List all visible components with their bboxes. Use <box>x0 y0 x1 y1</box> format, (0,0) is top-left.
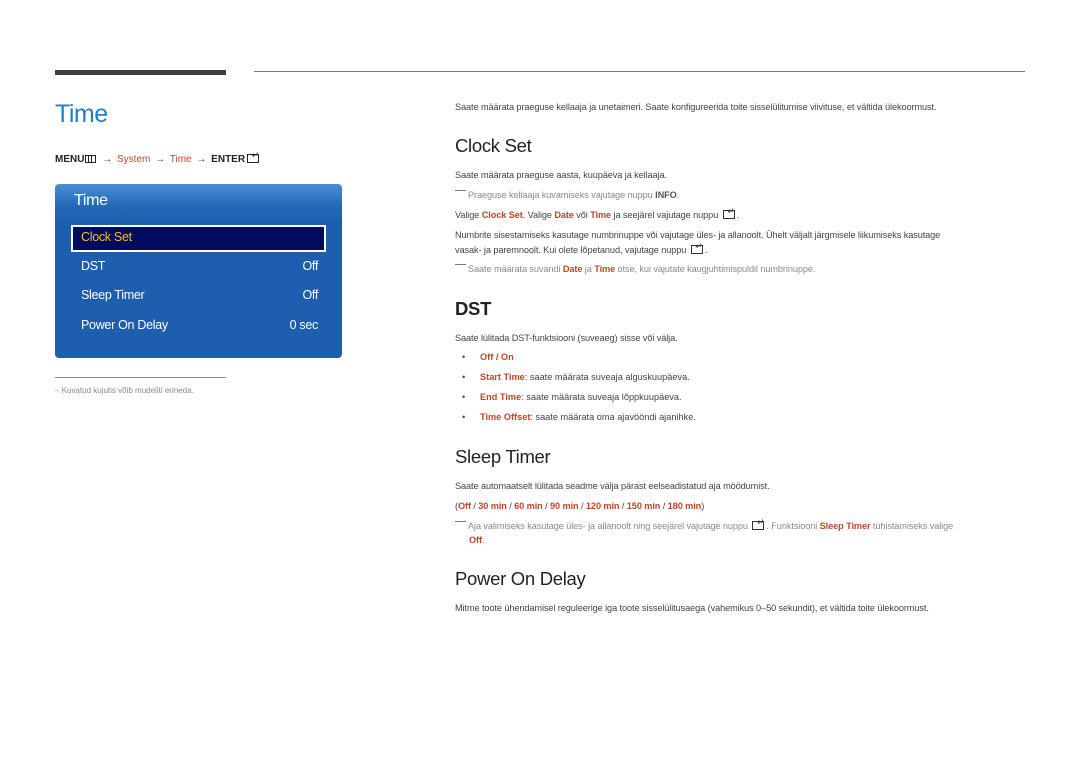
arrow-icon: → <box>155 154 166 165</box>
note-dash <box>455 521 466 522</box>
note-text: . <box>481 535 485 545</box>
header-rule-thick <box>55 70 226 75</box>
option: 30 min <box>478 501 507 511</box>
arrow-icon: → <box>102 154 113 165</box>
osd-item-value: Off <box>302 259 318 273</box>
enter-icon <box>722 206 735 219</box>
term-start-time: Start Time <box>480 372 525 382</box>
osd-item-value: Off <box>302 288 318 302</box>
term-time: Time <box>590 210 612 220</box>
note-text: Praeguse kellaaja kuvamiseks vajutage nu… <box>468 190 656 200</box>
page-title: Time <box>55 100 108 128</box>
heading-dst: DST <box>455 298 492 319</box>
note-text: Aja valimiseks kasutage üles- ja allanoo… <box>468 521 751 531</box>
note-dash <box>455 190 466 191</box>
osd-item-dst[interactable]: DST Off <box>71 254 326 281</box>
osd-item-power-on-delay[interactable]: Power On Delay 0 sec <box>71 313 326 340</box>
enter-icon <box>752 517 765 530</box>
dst-desc: Saate lülitada DST-funktsiooni (suveaeg)… <box>455 333 678 343</box>
breadcrumb-enter: ENTER <box>211 154 246 165</box>
option: 90 min <box>550 501 579 511</box>
osd-item-label: Clock Set <box>81 230 132 244</box>
footnote-text: Kuvatud kujutis võib mudeliti erineda. <box>61 386 194 395</box>
numbers-text: . <box>704 245 708 255</box>
note-dash <box>455 264 466 265</box>
osd-item-label: Power On Delay <box>81 318 168 332</box>
term-clock-set: Clock Set <box>481 210 523 220</box>
osd-title: Time <box>74 192 108 209</box>
heading-power-on-delay: Power On Delay <box>455 568 586 589</box>
bullet-text: : saate määrata suveaja alguskuupäeva. <box>524 372 690 382</box>
osd-time-menu: Time Clock Set DST Off Sleep Timer Off P… <box>55 184 342 358</box>
numbers-text: vasak- ja paremnoolt. Kui olete lõpetanu… <box>455 245 689 255</box>
option: Off <box>457 501 471 511</box>
dst-bullet: • End Time: saate määrata suveaja lõppkuu… <box>462 392 682 402</box>
note-text: ja <box>582 264 595 274</box>
heading-clock-set: Clock Set <box>455 135 532 156</box>
osd-item-value: 0 sec <box>289 318 319 332</box>
note-text: otse, kui vajutate kaugjuhtimispuldil nu… <box>615 264 816 274</box>
arrow-icon: → <box>196 154 207 165</box>
clock-set-desc: Saate määrata praeguse aasta, kuupäeva j… <box>455 170 667 180</box>
osd-item-label: Sleep Timer <box>81 288 145 302</box>
footnote: – Kuvatud kujutis võib mudeliti erineda. <box>55 386 194 395</box>
clock-set-step: Valige Clock Set. Valige Date või Time j… <box>455 206 740 220</box>
breadcrumb-system: System <box>117 154 151 165</box>
sleep-timer-desc: Saate automaatselt lülitada seadme välja… <box>455 481 770 491</box>
clock-set-note-info: Praeguse kellaaja kuvamiseks vajutage nu… <box>455 190 679 200</box>
osd-item-sleep-timer[interactable]: Sleep Timer Off <box>71 283 326 310</box>
step-text: või <box>573 210 591 220</box>
clock-set-numbers-line2: vasak- ja paremnoolt. Kui olete lõpetanu… <box>455 241 708 255</box>
term-end-time: End Time <box>480 392 522 402</box>
breadcrumb-menu: MENU <box>55 154 85 165</box>
term-date: Date <box>562 264 583 274</box>
note-text: . Funktsiooni <box>766 521 820 531</box>
osd-item-label: DST <box>81 259 106 273</box>
enter-icon <box>247 150 260 163</box>
sleep-timer-note-cont: Off. <box>469 535 485 545</box>
dst-bullet: • Start Time: saate määrata suveaja algus… <box>462 372 690 382</box>
term-time-offset: Time Offset <box>480 412 531 422</box>
sleep-timer-note: Aja valimiseks kasutage üles- ja allanoo… <box>455 517 954 531</box>
heading-sleep-timer: Sleep Timer <box>455 446 551 467</box>
step-text: Valige <box>455 210 482 220</box>
breadcrumb: MENU → System → Time → ENTER <box>55 150 260 165</box>
power-on-delay-desc: Mitme toote ühendamisel reguleerige iga … <box>455 603 929 613</box>
note-text: tühistamiseks valige <box>870 521 954 531</box>
step-text: ja seejärel vajutage nuppu <box>611 210 721 220</box>
bullet-text: : saate määrata oma ajavööndi ajanihke. <box>530 412 696 422</box>
clock-set-numbers-line1: Numbrite sisestamiseks kasutage numbrinu… <box>455 230 941 240</box>
menu-icon <box>85 155 97 163</box>
term-time: Time <box>594 264 616 274</box>
step-text: . <box>736 210 740 220</box>
footnote-divider <box>55 377 226 378</box>
sleep-timer-options: (Off / 30 min / 60 min / 90 min / 120 mi… <box>455 501 705 511</box>
option: 120 min <box>585 501 620 511</box>
term-off-on: Off / On <box>480 352 514 362</box>
term-sleep-timer: Sleep Timer <box>819 521 871 531</box>
header-rule-thin <box>254 71 1025 72</box>
term-off: Off <box>469 535 482 545</box>
dst-bullet: • Time Offset: saate määrata oma ajavöönd… <box>462 412 696 422</box>
option: 180 min <box>667 501 702 511</box>
note-text: . <box>676 190 680 200</box>
option: 60 min <box>514 501 543 511</box>
step-text: . Valige <box>522 210 555 220</box>
bullet-text: : saate määrata suveaja lõppkuupäeva. <box>521 392 682 402</box>
dst-bullet: • Off / On <box>462 352 514 362</box>
note-text: Saate määrata suvandi <box>468 264 563 274</box>
osd-item-clock-set[interactable]: Clock Set <box>71 225 326 252</box>
clock-set-note-direct: Saate määrata suvandi Date ja Time otse,… <box>455 264 815 274</box>
term-date: Date <box>554 210 574 220</box>
enter-icon <box>690 241 703 254</box>
intro-text: Saate määrata praeguse kellaaja ja uneta… <box>455 102 937 112</box>
breadcrumb-time: Time <box>169 154 192 165</box>
option: 150 min <box>626 501 661 511</box>
info-key: INFO <box>655 190 677 200</box>
